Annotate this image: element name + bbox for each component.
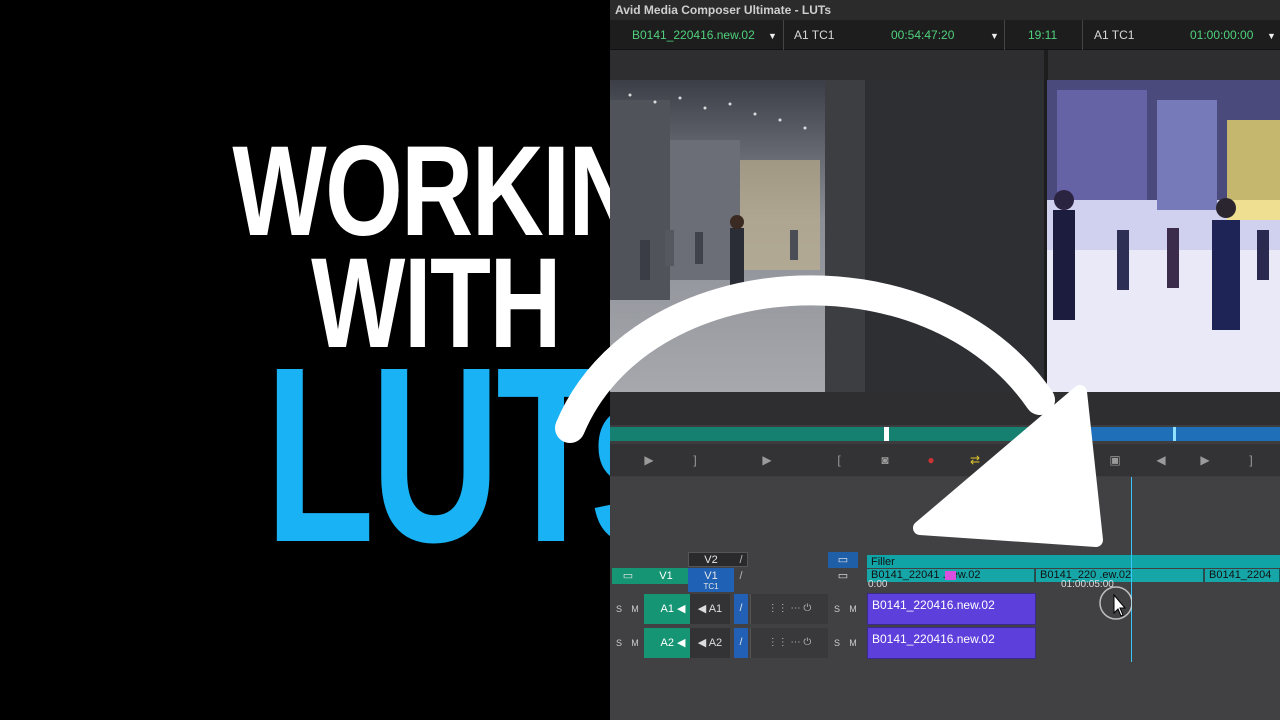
record-position-bar[interactable]	[1047, 427, 1280, 441]
mark-out-icon[interactable]: ]	[686, 452, 704, 468]
source-monitor[interactable]	[610, 80, 1044, 392]
splice-in-icon[interactable]: ⇄	[966, 452, 984, 468]
avid-window: Avid Media Composer Ultimate - LUTs B014…	[610, 0, 1280, 720]
a2-clip[interactable]: B0141_220416.new.02	[867, 627, 1036, 659]
play-icon[interactable]: ▶	[758, 452, 776, 468]
source-timecode[interactable]: 00:54:47:20	[891, 28, 954, 42]
v1-clip[interactable]: B0141_2204	[1205, 569, 1280, 582]
title-line-luts: LUTs	[264, 315, 689, 594]
record-position-indicator[interactable]	[1173, 427, 1176, 441]
source-position-indicator[interactable]	[884, 427, 889, 441]
a2-mute-button[interactable]: M	[628, 628, 642, 658]
source-position-bar[interactable]	[610, 427, 1046, 441]
track-tc1[interactable]: TC1	[688, 582, 734, 592]
a1-label: A1	[708, 603, 723, 615]
a2-label: A2	[708, 637, 723, 649]
step-forward-icon[interactable]: ▶	[1196, 452, 1214, 468]
record-track-label[interactable]: A1 TC1	[1094, 28, 1134, 42]
mark-out-record-icon[interactable]: ]	[1242, 452, 1260, 468]
record-timecode[interactable]: 01:00:00:00	[1190, 28, 1253, 42]
record-frame-image	[1047, 80, 1280, 392]
ruler-start-timecode: 0:00	[868, 579, 888, 590]
filler-clip[interactable]: Filler	[867, 555, 1280, 568]
match-frame-icon[interactable]: ▣	[1106, 452, 1124, 468]
clip-marker[interactable]	[945, 571, 956, 580]
separator	[1004, 20, 1005, 50]
a1-solo-button[interactable]: S	[612, 594, 626, 624]
a1-lock-icon[interactable]: /	[734, 594, 748, 624]
source-tc-menu-icon[interactable]: ▼	[990, 28, 999, 42]
record-tc-menu-icon[interactable]: ▼	[1267, 28, 1276, 42]
source-menu-icon[interactable]: ▼	[768, 28, 777, 42]
a2-waveform-controls[interactable]: ⋮⋮ ⋯ ⏻	[750, 628, 828, 658]
track-v1-source[interactable]: V1	[644, 568, 688, 584]
step-back-icon[interactable]: ◀	[1152, 452, 1170, 468]
monitor-area	[610, 50, 1280, 425]
a1-source-label: A1	[660, 603, 674, 615]
record-monitor[interactable]	[1047, 80, 1280, 392]
v1-lock-icon[interactable]: /	[734, 568, 748, 584]
separator	[783, 20, 784, 50]
mark-clip-icon[interactable]: ◙	[876, 452, 894, 468]
a1-record-solo-button[interactable]: S	[830, 594, 844, 624]
thumbnail-title-area: WORKING WITH LUTs	[0, 0, 717, 720]
source-frame-image	[610, 80, 1044, 392]
a2-solo-button[interactable]: S	[612, 628, 626, 658]
mark-in-icon[interactable]: [	[830, 452, 848, 468]
source-clip-name[interactable]: B0141_220416.new.02	[632, 28, 755, 42]
track-a1[interactable]: ◀ A1	[690, 594, 730, 624]
v2-lock-icon[interactable]: /	[734, 552, 748, 568]
record-duration[interactable]: 19:11	[1028, 28, 1057, 42]
a1-waveform-controls[interactable]: ⋮⋮ ⋯ ⏻	[750, 594, 828, 624]
a1-record-mute-button[interactable]: M	[846, 594, 860, 624]
v1-monitor-icon[interactable]: ▭	[828, 568, 858, 584]
a2-record-solo-button[interactable]: S	[830, 628, 844, 658]
a2-lock-icon[interactable]: /	[734, 628, 748, 658]
a1-clip[interactable]: B0141_220416.new.02	[867, 593, 1036, 625]
v1-source-monitor-icon[interactable]: ▭	[612, 568, 644, 584]
play-in-out-icon[interactable]: ▶	[640, 452, 658, 468]
separator	[1082, 20, 1083, 50]
window-title: Avid Media Composer Ultimate - LUTs	[610, 0, 1280, 20]
record-icon[interactable]: ●	[922, 452, 940, 468]
mouse-cursor-icon	[1099, 586, 1132, 620]
timecode-bar: B0141_220416.new.02 ▼ A1 TC1 00:54:47:20…	[610, 20, 1280, 50]
v2-monitor-icon[interactable]: ▭	[828, 552, 858, 568]
a2-record-mute-button[interactable]: M	[846, 628, 860, 658]
track-v2-label[interactable]: V2	[688, 552, 734, 568]
timeline-position-indicator[interactable]	[1131, 477, 1132, 662]
a2-source-label: A2	[660, 637, 674, 649]
transport-controls: ▶ ] ▶ [ ◙ ● ⇄ ▣ ◀ ▶ ]	[610, 444, 1280, 476]
a1-mute-button[interactable]: M	[628, 594, 642, 624]
track-a2[interactable]: ◀ A2	[690, 628, 730, 658]
source-track-label[interactable]: A1 TC1	[794, 28, 834, 42]
